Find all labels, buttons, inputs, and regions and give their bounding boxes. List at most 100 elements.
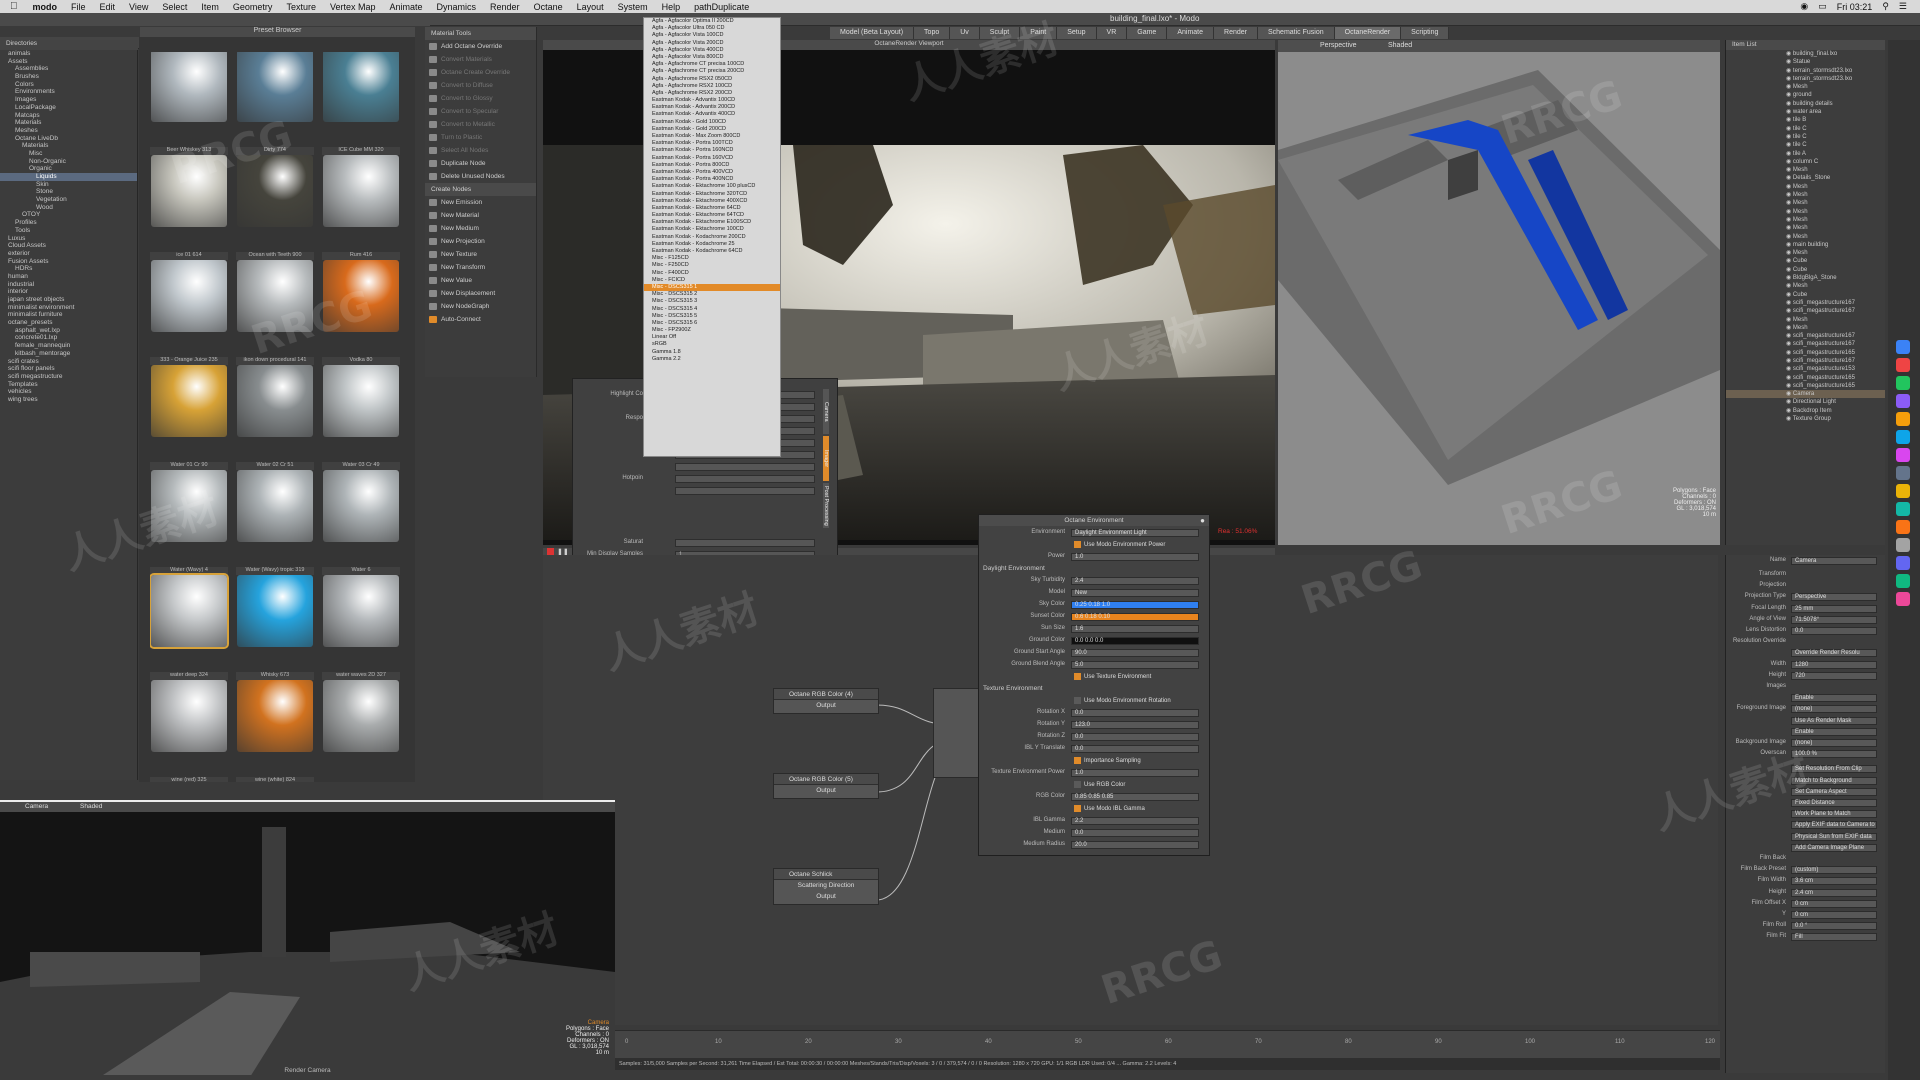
app-dock-icon[interactable]	[1896, 412, 1910, 426]
tree-item[interactable]: minimalist furniture	[0, 311, 137, 319]
preset-thumbnail[interactable]: water deep 324	[150, 672, 228, 754]
item-list-row[interactable]: ◉ column C	[1726, 158, 1885, 166]
node-port[interactable]: Output	[774, 891, 878, 902]
dropdown-option[interactable]: Agfa - Agfacolor Optima II 200CD	[644, 18, 780, 25]
create-node-button[interactable]: New Projection	[425, 235, 536, 248]
dropdown-option[interactable]: Misc - DSCS315 6	[644, 320, 780, 327]
dropdown-option[interactable]: Agfa - Agfacolor Ultra 050 CD	[644, 25, 780, 32]
dropdown-option[interactable]: Eastman Kodak - Portra 400VCD	[644, 169, 780, 176]
tree-item[interactable]: Skin	[0, 181, 137, 189]
env-row-value[interactable]: 0.85 0.85 0.85	[1071, 793, 1199, 801]
dropdown-option[interactable]: Misc - DSCS315 5	[644, 313, 780, 320]
dropdown-option[interactable]: Agfa - Agfacolor Vista 400CD	[644, 47, 780, 54]
item-list-row[interactable]: ◉ scifi_megastructure167	[1726, 299, 1885, 307]
dropdown-option[interactable]: Agfa - Agfacolor Vista 800CD	[644, 54, 780, 61]
props-row-value[interactable]: Enable	[1791, 727, 1877, 736]
dropdown-option[interactable]: Eastman Kodak - Portra 160VCD	[644, 155, 780, 162]
env-row-value[interactable]: 0.0	[1071, 733, 1199, 741]
tree-item[interactable]: octane_presets	[0, 319, 137, 327]
preset-thumbnail[interactable]: wine (white) 824	[236, 777, 314, 782]
dropdown-option[interactable]: Eastman Kodak - Portra 100TCD	[644, 140, 780, 147]
preset-thumbnail[interactable]: ICE Cube MM 320	[322, 147, 400, 229]
visibility-icon[interactable]: ◉	[1786, 267, 1793, 273]
dropdown-option[interactable]: Gamma 1.8	[644, 349, 780, 356]
env-row-value[interactable]: 90.0	[1071, 649, 1199, 657]
dropdown-option[interactable]: Misc - DSCS315 2	[644, 291, 780, 298]
menu-item[interactable]: Dynamics	[430, 2, 484, 12]
props-row-value[interactable]: 25 mm	[1791, 604, 1877, 613]
preset-thumbnail[interactable]: ikon down procedural 141	[236, 357, 314, 439]
dropdown-option[interactable]: Misc - F125CD	[644, 255, 780, 262]
create-node-button[interactable]: New Medium	[425, 222, 536, 235]
item-list-row[interactable]: ◉ Cube	[1726, 291, 1885, 299]
layout-tab[interactable]: Scripting	[1401, 27, 1450, 39]
dropdown-option[interactable]: Misc - FCICD	[644, 277, 780, 284]
checkbox[interactable]	[1074, 757, 1081, 764]
menu-item[interactable]: Select	[155, 2, 194, 12]
dropdown-option[interactable]: Eastman Kodak - Gold 100CD	[644, 119, 780, 126]
item-list-row[interactable]: ◉ Mesh	[1726, 208, 1885, 216]
preset-thumbnail[interactable]	[150, 52, 228, 124]
env-row-value[interactable]: 0.0	[1071, 829, 1199, 837]
props-row-value[interactable]: 1280	[1791, 660, 1877, 669]
dropdown-option[interactable]: Eastman Kodak - Portra 160NCD	[644, 147, 780, 154]
props-row-value[interactable]: Fill	[1791, 933, 1877, 942]
tree-item[interactable]: Wood	[0, 204, 137, 212]
stop-icon[interactable]	[547, 548, 554, 555]
item-list-row[interactable]: ◉ Details_Stone	[1726, 174, 1885, 182]
search-icon[interactable]: ⚲	[1877, 1, 1894, 12]
clock[interactable]: Fri 03:21	[1832, 2, 1878, 12]
item-list-row[interactable]: ◉ Cube	[1726, 257, 1885, 265]
props-row-value[interactable]: Set Resolution From Clip	[1791, 765, 1877, 774]
item-list-row[interactable]: ◉ Mesh	[1726, 233, 1885, 241]
visibility-icon[interactable]: ◉	[1786, 416, 1793, 422]
tree-item[interactable]: Stone	[0, 188, 137, 196]
tree-item[interactable]: Misc	[0, 150, 137, 158]
props-row-value[interactable]: 3.6 cm	[1791, 877, 1877, 886]
env-row-value[interactable]: 2.4	[1071, 577, 1199, 585]
item-list-row[interactable]: ◉ scifi_megastructure165	[1726, 382, 1885, 390]
env-close-icon[interactable]: ●	[1200, 516, 1205, 525]
dropdown-option[interactable]: Eastman Kodak - Ektachrome E100SCD	[644, 219, 780, 226]
menu-item[interactable]: Edit	[93, 2, 123, 12]
visibility-icon[interactable]: ◉	[1786, 51, 1793, 57]
menu-item[interactable]: System	[611, 2, 655, 12]
visibility-icon[interactable]: ◉	[1786, 126, 1793, 132]
item-list-row[interactable]: ◉ Mesh	[1726, 216, 1885, 224]
create-node-button[interactable]: New Displacement	[425, 287, 536, 300]
dropdown-option[interactable]: Eastman Kodak - Portra 800CD	[644, 162, 780, 169]
layout-tab[interactable]: Render	[1214, 27, 1258, 39]
imager-tab[interactable]: Imager	[823, 436, 829, 481]
props-row-value[interactable]: (none)	[1791, 705, 1877, 714]
app-dock-icon[interactable]	[1896, 430, 1910, 444]
shelf-button[interactable]: Convert to Metallic	[425, 118, 536, 131]
item-list-row[interactable]: ◉ terrain_stormsdt23.lxo	[1726, 75, 1885, 83]
menu-item[interactable]: Layout	[570, 2, 611, 12]
menu-item[interactable]: File	[64, 2, 93, 12]
preset-thumbnail[interactable]	[236, 52, 314, 124]
imager-tab[interactable]: Camera	[823, 389, 829, 434]
visibility-icon[interactable]: ◉	[1786, 333, 1793, 339]
shelf-button[interactable]: Add Octane Override	[425, 40, 536, 53]
dropdown-option[interactable]: Eastman Kodak - Kodachrome 25	[644, 241, 780, 248]
dropdown-option[interactable]: Eastman Kodak - Gold 200CD	[644, 126, 780, 133]
create-node-button[interactable]: New Transform	[425, 261, 536, 274]
tree-item[interactable]: female_mannequin	[0, 342, 137, 350]
tree-item[interactable]: minimalist environment	[0, 304, 137, 312]
visibility-icon[interactable]: ◉	[1786, 59, 1793, 65]
preset-thumbnail[interactable]: Whisky 673	[236, 672, 314, 754]
env-row-value[interactable]: Use Modo IBL Gamma	[1071, 805, 1199, 813]
tree-item[interactable]: Tools	[0, 227, 137, 235]
visibility-icon[interactable]: ◉	[1786, 159, 1793, 165]
item-list-row[interactable]: ◉ Mesh	[1726, 166, 1885, 174]
shelf-button[interactable]: Convert to Glossy	[425, 92, 536, 105]
preset-thumbnail[interactable]	[322, 52, 400, 124]
create-node-button[interactable]: New Value	[425, 274, 536, 287]
layout-tab[interactable]: Sculpt	[979, 27, 1021, 39]
preset-thumbnail[interactable]: water waves 2D 327	[322, 672, 400, 754]
env-row-value[interactable]: 1.6	[1071, 625, 1199, 633]
layout-tab[interactable]: Schematic Fusion	[1257, 27, 1335, 39]
visibility-icon[interactable]: ◉	[1786, 142, 1793, 148]
preset-thumbnail[interactable]: ice 01 614	[150, 252, 228, 334]
dropdown-option[interactable]: Linear Off	[644, 334, 780, 341]
